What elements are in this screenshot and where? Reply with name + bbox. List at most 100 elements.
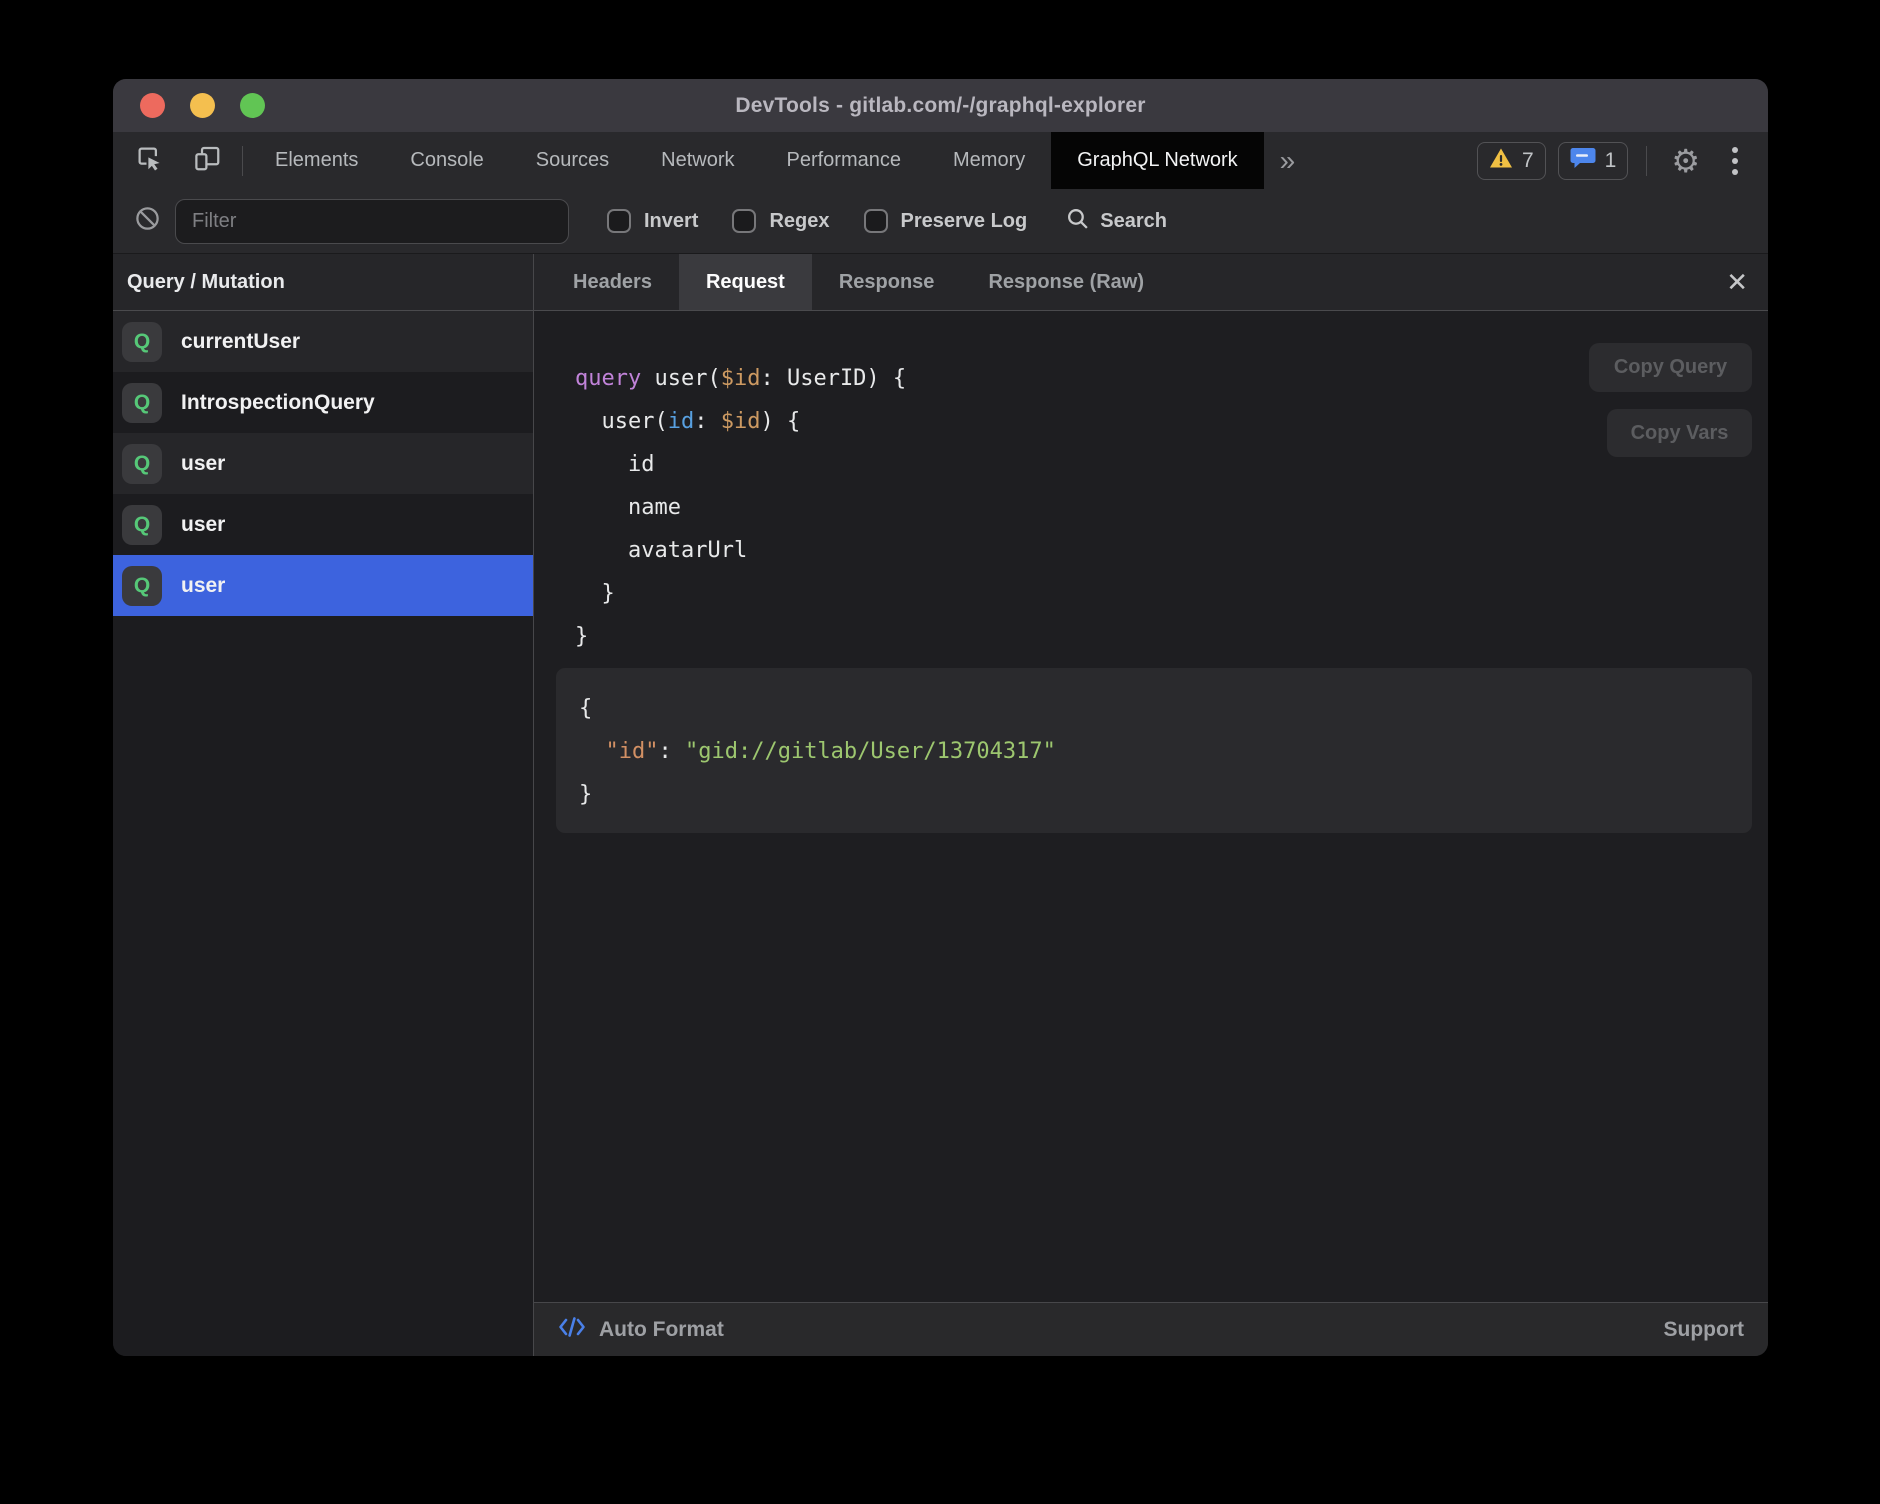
issues-count: 1 [1605,149,1617,173]
code-token-plain: user( [575,409,668,434]
detail-tab-headers[interactable]: Headers [546,254,679,310]
request-detail-panel: HeadersRequestResponseResponse (Raw) ✕ q… [534,254,1768,1356]
minimize-window-button[interactable] [190,93,215,118]
checkbox-regex[interactable]: Regex [732,209,829,233]
tab-performance[interactable]: Performance [761,132,928,189]
tabbar-right-cluster: 7 1 ⚙ [1477,132,1768,189]
copy-query-button[interactable]: Copy Query [1589,343,1752,392]
block-circle-icon [134,205,161,237]
content-row: Query / Mutation QcurrentUserQIntrospect… [113,254,1768,1356]
search-icon [1065,206,1090,236]
inspect-element-button[interactable] [113,132,178,189]
detail-tab-strip: HeadersRequestResponseResponse (Raw) [546,254,1171,310]
query-list-item-label: user [181,574,225,598]
detail-tab-request[interactable]: Request [679,254,812,310]
filter-bar: Invert Regex Preserve Log Search [113,189,1768,254]
query-list-item-user-3[interactable]: Quser [113,494,533,555]
preserve-log-checkbox-box[interactable] [864,209,888,233]
support-link[interactable]: Support [1664,1318,1744,1342]
message-bubble-icon [1570,146,1596,175]
tab-network[interactable]: Network [635,132,760,189]
gear-icon: ⚙ [1671,143,1700,179]
code-token-plain: id [575,452,654,477]
preserve-log-checkbox-label: Preserve Log [901,210,1028,233]
query-list-item-user-4[interactable]: Quser [113,555,533,616]
kebab-dot [1732,147,1738,153]
tab-elements[interactable]: Elements [249,132,384,189]
badge-divider [1646,146,1647,176]
regex-checkbox-box[interactable] [732,209,756,233]
query-list-item-label: currentUser [181,330,300,354]
invert-checkbox-box[interactable] [607,209,631,233]
code-token-plain: : [658,739,685,764]
code-token-plain: ) { [760,409,800,434]
close-detail-button[interactable]: ✕ [1720,254,1754,310]
more-tabs-chevron[interactable]: » [1264,132,1312,189]
auto-format-label: Auto Format [599,1318,724,1342]
checkbox-preserve-log[interactable]: Preserve Log [864,209,1028,233]
query-mutation-header: Query / Mutation [113,254,533,311]
invert-checkbox-label: Invert [644,210,698,233]
query-variables-box: { "id": "gid://gitlab/User/13704317"} [556,668,1752,833]
code-token-string: "gid://gitlab/User/13704317" [685,739,1056,764]
warnings-badge[interactable]: 7 [1477,142,1546,180]
query-code-line: } [575,572,1768,615]
query-code-line: id [575,443,1768,486]
detail-tab-response-raw[interactable]: Response (Raw) [961,254,1171,310]
auto-format-button[interactable]: Auto Format [558,1315,724,1344]
tab-console[interactable]: Console [384,132,509,189]
filter-input[interactable] [175,199,569,244]
tab-graphql-network[interactable]: GraphQL Network [1051,132,1263,189]
query-list-item-currentuser-0[interactable]: QcurrentUser [113,311,533,372]
query-type-badge: Q [122,322,162,362]
zoom-window-button[interactable] [240,93,265,118]
close-window-button[interactable] [140,93,165,118]
detail-tab-response[interactable]: Response [812,254,962,310]
query-list-item-label: IntrospectionQuery [181,391,375,415]
clear-filter-button[interactable] [134,205,161,237]
code-token-plain: user( [641,366,720,391]
search-button[interactable]: Search [1065,206,1167,236]
search-label: Search [1100,210,1167,233]
detail-tab-bar: HeadersRequestResponseResponse (Raw) ✕ [534,254,1768,311]
warnings-count: 7 [1522,149,1534,173]
main-tab-bar: ElementsConsoleSourcesNetworkPerformance… [113,132,1768,189]
tab-sources[interactable]: Sources [510,132,635,189]
code-token-attr: id [668,409,695,434]
query-code-line: user(id: $id) { [575,400,1768,443]
tab-memory[interactable]: Memory [927,132,1051,189]
warning-triangle-icon [1489,147,1513,174]
checkbox-invert[interactable]: Invert [607,209,698,233]
inspect-cursor-icon [134,143,164,178]
toolbar-divider [242,146,243,176]
code-token-variable: $id [721,409,761,434]
variables-code-line: } [579,773,1752,816]
query-code-line: name [575,486,1768,529]
query-list-sidebar: Query / Mutation QcurrentUserQIntrospect… [113,254,534,1356]
code-token-keyword: query [575,366,641,391]
query-list-item-introspectionquery-1[interactable]: QIntrospectionQuery [113,372,533,433]
settings-button[interactable]: ⚙ [1665,145,1706,177]
query-type-badge: Q [122,566,162,606]
code-token-plain: } [579,782,592,807]
code-token-key: "id" [606,739,659,764]
code-brackets-icon [558,1315,586,1344]
kebab-dot [1732,158,1738,164]
regex-checkbox-label: Regex [769,210,829,233]
title-bar: DevTools - gitlab.com/-/graphql-explorer [113,79,1768,132]
code-token-plain: { [579,696,592,721]
copy-vars-button[interactable]: Copy Vars [1607,409,1752,457]
query-code-line: avatarUrl [575,529,1768,572]
query-list-item-label: user [181,452,225,476]
main-tab-strip: ElementsConsoleSourcesNetworkPerformance… [249,132,1264,189]
code-token-plain: } [575,581,615,606]
code-token-plain: name [575,495,681,520]
query-list-item-user-2[interactable]: Quser [113,433,533,494]
query-list-item-label: user [181,513,225,537]
code-token-plain: : UserID) { [760,366,906,391]
close-icon: ✕ [1726,267,1748,298]
issues-badge[interactable]: 1 [1558,142,1629,180]
customize-devtools-button[interactable] [1718,147,1746,175]
variables-code-line: "id": "gid://gitlab/User/13704317" [579,730,1752,773]
device-toolbar-button[interactable] [178,132,236,189]
